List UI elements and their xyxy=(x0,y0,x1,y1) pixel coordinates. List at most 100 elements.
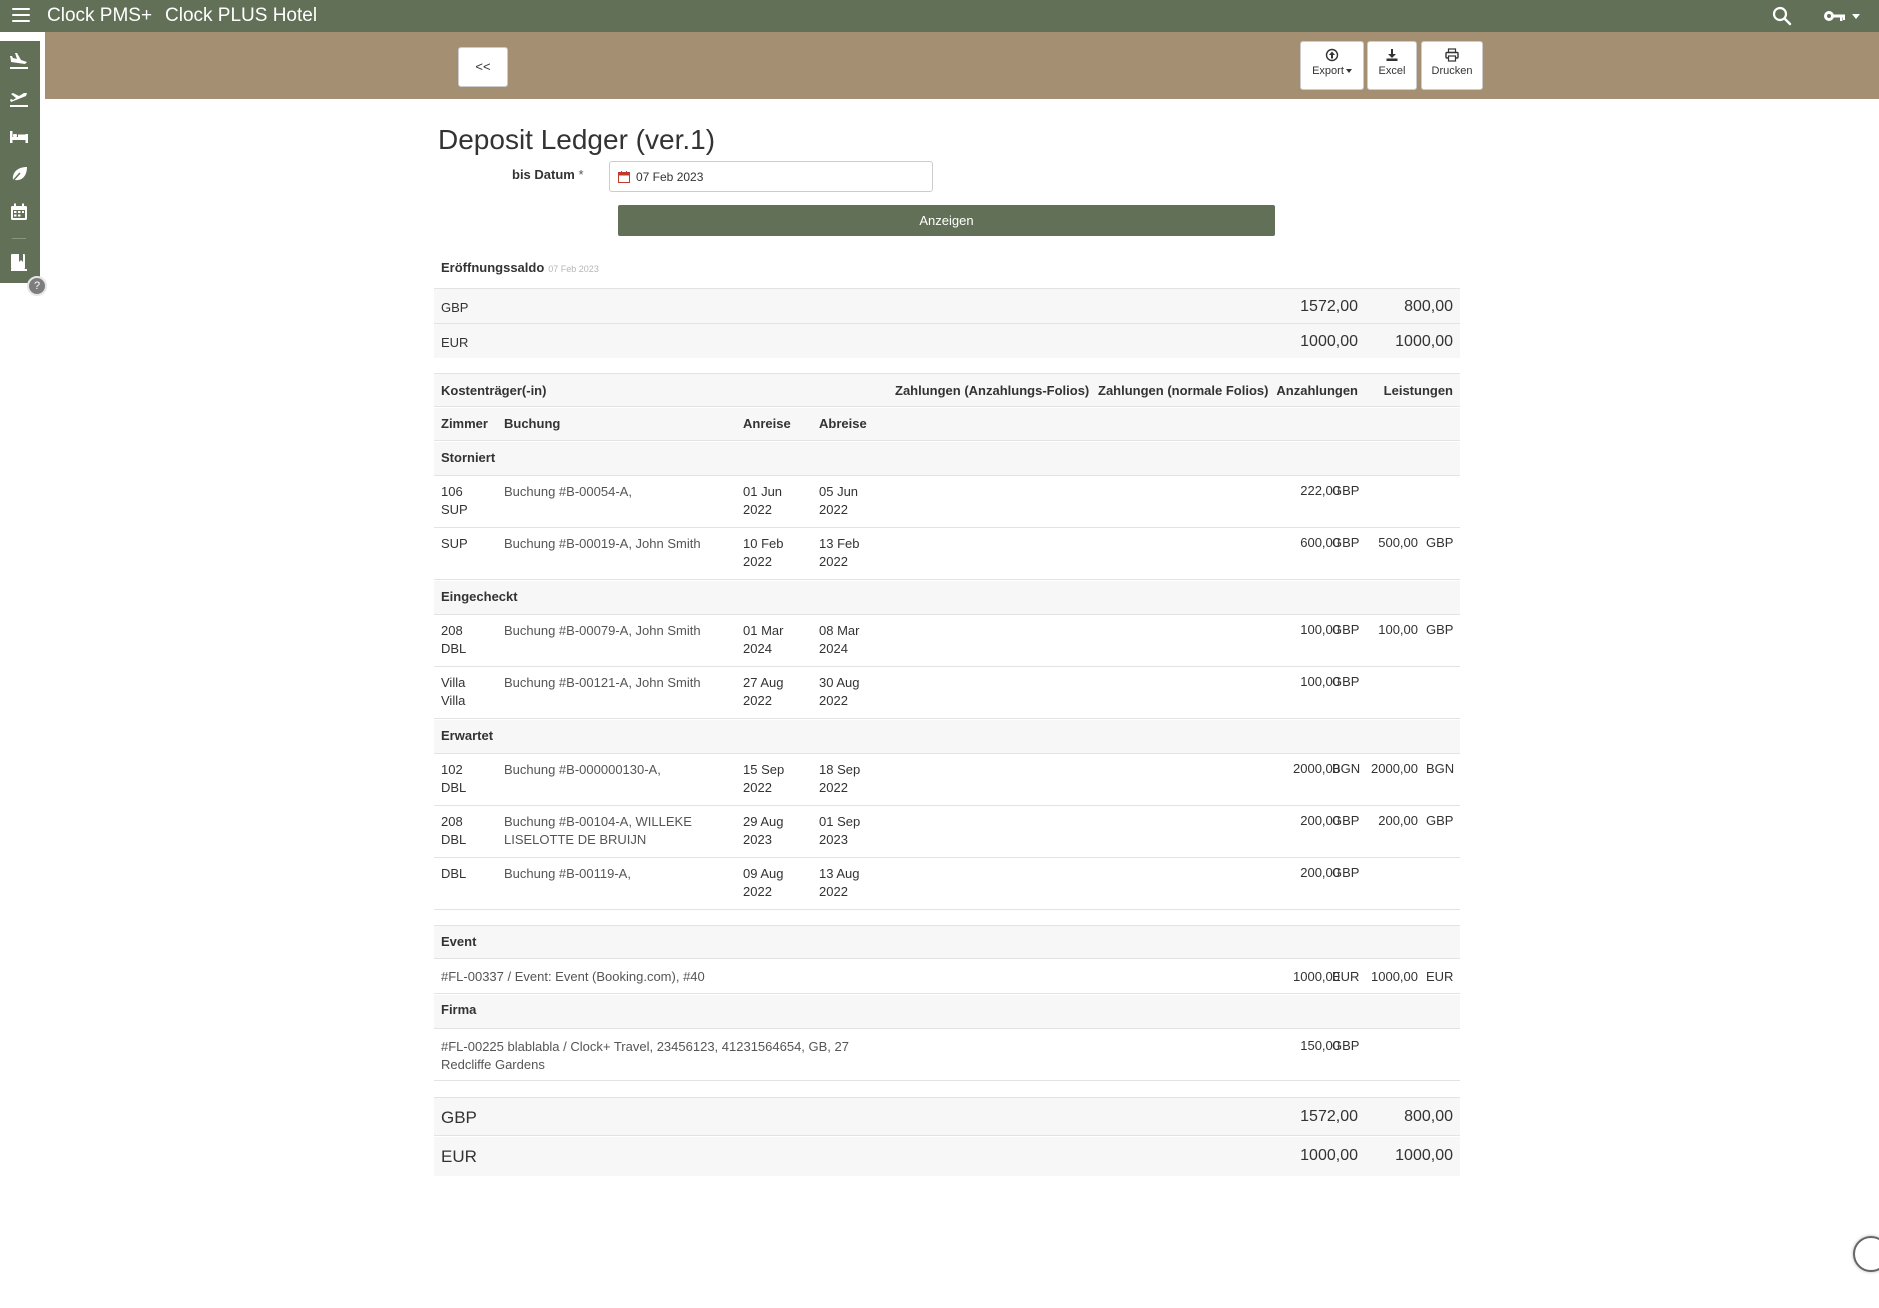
group-label: Eingecheckt xyxy=(441,589,518,604)
departure-cell: 13 Aug 2022 xyxy=(819,866,860,899)
table-row: 208 DBL Buchung #B-00104-A, WILLEKE LISE… xyxy=(434,807,1460,858)
departure-cell: 01 Sep 2023 xyxy=(819,814,861,847)
arrival-cell: 27 Aug 2022 xyxy=(743,675,784,708)
deposit-currency: GBP xyxy=(1332,483,1360,498)
header-room: Zimmer xyxy=(441,416,488,431)
header-payments-normal: Zahlungen (normale Folios) xyxy=(1098,383,1269,398)
service-amount: 1000,00 xyxy=(1371,969,1418,984)
table-header-sub: Zimmer Buchung Anreise Abreise xyxy=(434,408,1460,441)
booking-link[interactable]: Buchung #B-00119-A, xyxy=(504,865,736,883)
bookmark-book-icon[interactable] xyxy=(8,251,30,273)
opening-row-gbp: GBP 1572,00 800,00 xyxy=(434,288,1460,323)
departure-cell: 18 Sep 2022 xyxy=(819,762,861,795)
show-button[interactable]: Anzeigen xyxy=(618,205,1275,236)
total-row-gbp: GBP 1572,00 800,00 xyxy=(434,1097,1460,1136)
excel-label: Excel xyxy=(1378,65,1406,77)
service-amount: 200,00 xyxy=(1378,813,1418,828)
arrival-cell: 29 Aug 2023 xyxy=(743,814,784,847)
table-header-main: Kostenträger(-in) Zahlungen (Anzahlungs-… xyxy=(434,373,1460,407)
room-cell: DBL xyxy=(441,866,467,881)
bed-icon[interactable] xyxy=(8,125,30,147)
booking-link[interactable]: Buchung #B-00054-A, xyxy=(504,483,736,501)
header-departure: Abreise xyxy=(819,416,867,431)
required-mark: * xyxy=(578,167,584,182)
deposit-currency: EUR xyxy=(1332,969,1360,984)
group-header-company: Firma xyxy=(434,995,1460,1029)
currency-label: GBP xyxy=(441,300,469,315)
opening-balance-label: Eröffnungssaldo 07 Feb 2023 xyxy=(441,260,599,275)
total-currency: EUR xyxy=(441,1147,477,1166)
export-button[interactable]: Export xyxy=(1300,41,1364,90)
booking-link[interactable]: Buchung #B-000000130-A, xyxy=(504,761,736,779)
table-row: 208 DBL Buchung #B-00079-A, John Smith 0… xyxy=(434,616,1460,667)
search-icon[interactable] xyxy=(1772,6,1792,26)
arrival-cell: 01 Mar 2024 xyxy=(743,623,784,656)
event-folio-link[interactable]: #FL-00337 / Event: Event (Booking.com), … xyxy=(441,969,705,984)
header-services: Leistungen xyxy=(1383,383,1453,398)
leaf-icon[interactable] xyxy=(8,163,30,185)
booking-link[interactable]: Buchung #B-00121-A, John Smith xyxy=(504,674,736,692)
table-row: Villa Villa Buchung #B-00121-A, John Smi… xyxy=(434,668,1460,719)
header-arrival: Anreise xyxy=(743,416,791,431)
hamburger-menu-icon[interactable] xyxy=(12,8,30,23)
arrival-cell: 15 Sep 2022 xyxy=(743,762,785,795)
table-row: #FL-00225 blablabla / Clock+ Travel, 234… xyxy=(434,1030,1460,1081)
service-amount: 2000,00 xyxy=(1371,761,1418,776)
chevron-down-icon xyxy=(1345,69,1352,74)
table-row: 106 SUP Buchung #B-00054-A, 01 Jun 2022 … xyxy=(434,477,1460,528)
opening-label-text: Eröffnungssaldo xyxy=(441,260,545,275)
booking-link[interactable]: Buchung #B-00104-A, WILLEKE LISELOTTE DE… xyxy=(504,813,736,849)
plane-departure-icon[interactable] xyxy=(8,87,30,109)
left-sidebar xyxy=(0,41,40,283)
service-currency: GBP xyxy=(1426,813,1454,828)
print-button[interactable]: Drucken xyxy=(1421,41,1483,90)
service-currency: GBP xyxy=(1426,535,1454,550)
app-brand[interactable]: Clock PMS+ xyxy=(47,5,152,27)
help-chat-icon[interactable] xyxy=(1853,1236,1879,1272)
download-icon xyxy=(1386,49,1398,61)
excel-button[interactable]: Excel xyxy=(1367,41,1417,90)
table-row: DBL Buchung #B-00119-A, 09 Aug 2022 13 A… xyxy=(434,859,1460,910)
total-deposits: 1000,00 xyxy=(1300,1147,1358,1164)
total-currency: GBP xyxy=(441,1108,477,1127)
table-row: 102 DBL Buchung #B-000000130-A, 15 Sep 2… xyxy=(434,755,1460,806)
deposit-currency: GBP xyxy=(1332,535,1360,550)
departure-cell: 30 Aug 2022 xyxy=(819,675,860,708)
services-total: 1000,00 xyxy=(1395,333,1453,350)
company-folio-link[interactable]: #FL-00225 blablabla / Clock+ Travel, 234… xyxy=(441,1038,861,1074)
service-currency: BGN xyxy=(1426,761,1455,776)
calendar-icon[interactable] xyxy=(8,201,30,223)
report-toolbar xyxy=(45,32,1879,99)
header-deposits: Anzahlungen xyxy=(1276,383,1358,398)
sidebar-divider xyxy=(12,238,26,239)
booking-link[interactable]: Buchung #B-00019-A, John Smith xyxy=(504,535,736,553)
group-label: Erwartet xyxy=(441,728,494,743)
key-icon[interactable] xyxy=(1822,7,1862,25)
page-title: Deposit Ledger (ver.1) xyxy=(438,124,716,155)
group-header-event: Event xyxy=(434,925,1460,959)
room-cell: Villa Villa xyxy=(441,675,466,708)
hotel-name[interactable]: Clock PLUS Hotel xyxy=(165,5,317,27)
booking-link[interactable]: Buchung #B-00079-A, John Smith xyxy=(504,622,736,640)
back-button[interactable]: << xyxy=(458,47,508,87)
opening-balance-header: Eröffnungssaldo 07 Feb 2023 xyxy=(434,256,1460,288)
service-amount: 100,00 xyxy=(1378,622,1418,637)
departure-cell: 13 Feb 2022 xyxy=(819,536,860,569)
header-booking: Buchung xyxy=(504,416,561,431)
departure-cell: 05 Jun 2022 xyxy=(819,484,859,517)
deposit-currency: GBP xyxy=(1332,865,1360,880)
sidebar-help-icon[interactable]: ? xyxy=(27,276,47,296)
printer-icon xyxy=(1445,48,1459,62)
date-input[interactable]: 07 Feb 2023 xyxy=(609,161,933,192)
print-label: Drucken xyxy=(1431,65,1473,77)
table-row: SUP Buchung #B-00019-A, John Smith 10 Fe… xyxy=(434,529,1460,580)
deposit-currency: GBP xyxy=(1332,813,1360,828)
room-cell: 102 DBL xyxy=(441,762,467,795)
services-total: 800,00 xyxy=(1404,298,1453,315)
currency-label: EUR xyxy=(441,335,469,350)
calendar-small-icon xyxy=(618,171,630,183)
deposit-currency: GBP xyxy=(1332,1038,1360,1053)
deposits-total: 1000,00 xyxy=(1300,333,1358,350)
plane-arrival-icon[interactable] xyxy=(8,49,30,71)
arrival-cell: 10 Feb 2022 xyxy=(743,536,784,569)
